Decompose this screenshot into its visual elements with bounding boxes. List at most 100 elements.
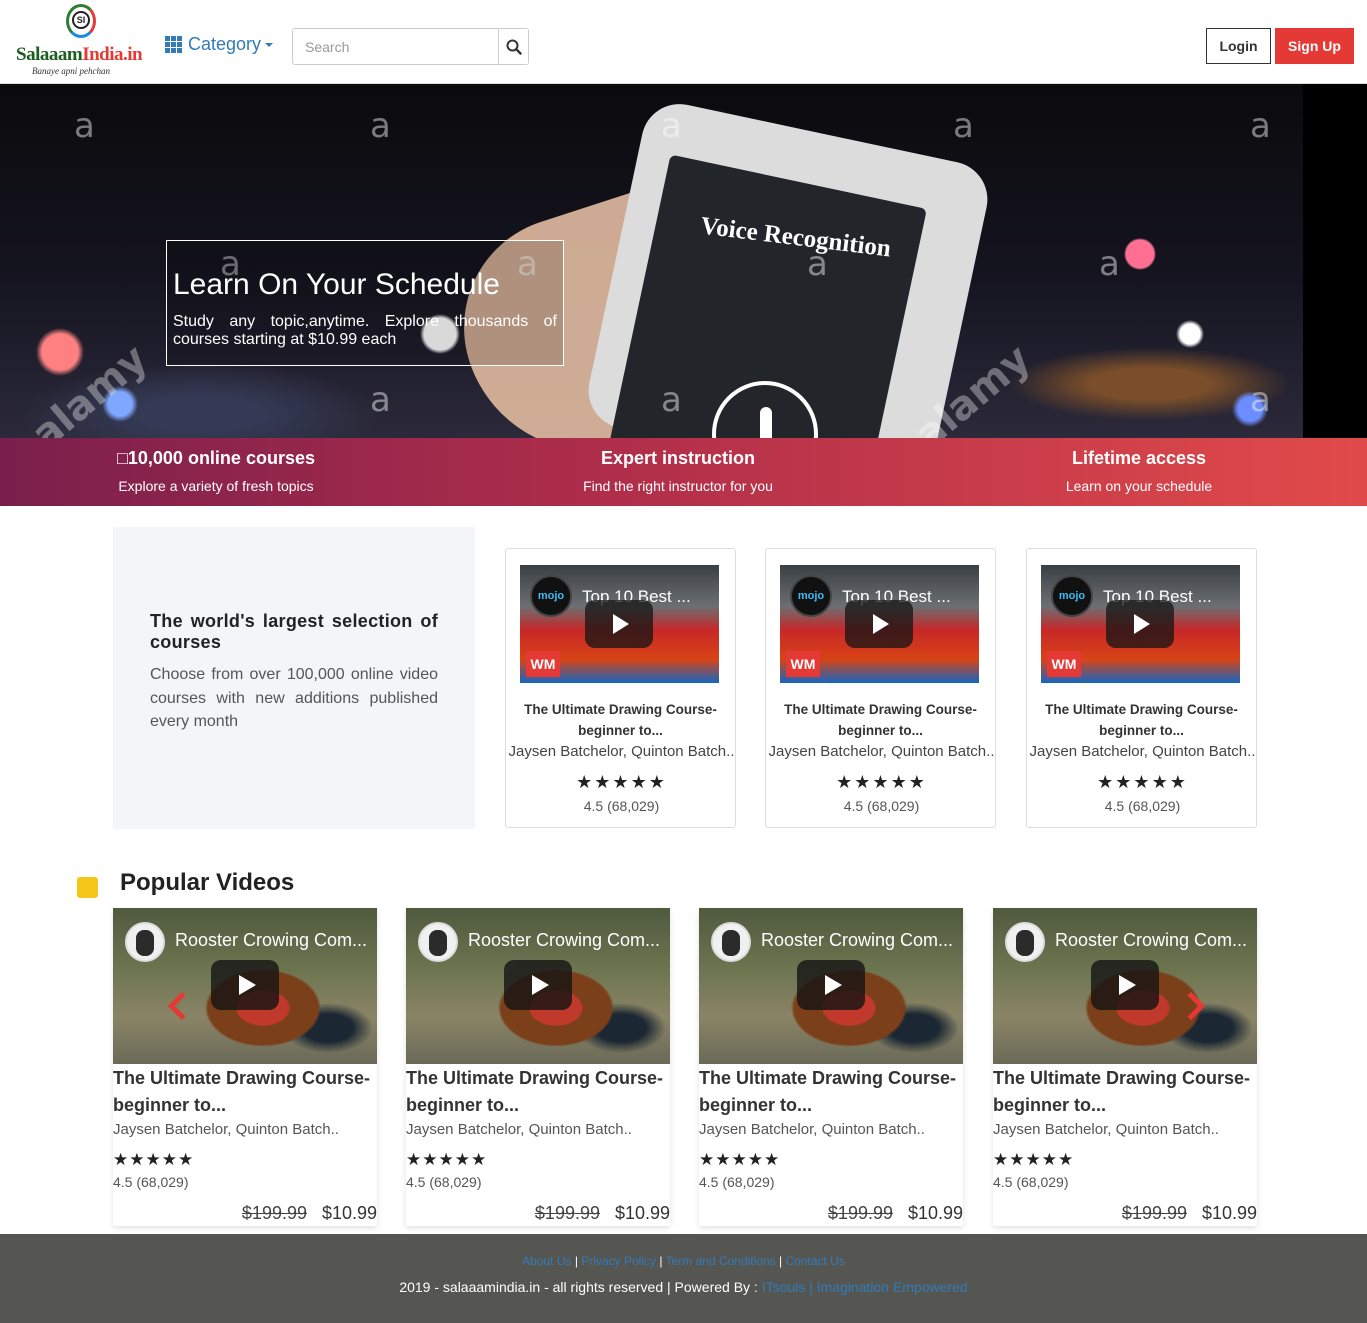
video-thumbnail[interactable]: Rooster Crowing Com...: [993, 908, 1257, 1064]
site-logo[interactable]: SI SalaaamIndia.in Banaye apni pehchan: [16, 4, 143, 80]
logo-text-accent: India.in: [82, 44, 143, 65]
selection-title: The world's largest selection of courses: [150, 611, 438, 652]
category-menu[interactable]: Category: [165, 34, 274, 55]
course-card[interactable]: mojo Top 10 Best ... WM The Ultimate Dra…: [505, 548, 736, 828]
footer-link-terms[interactable]: Term and Conditions: [666, 1254, 776, 1268]
watermark: a: [661, 380, 682, 420]
play-icon[interactable]: [1091, 960, 1159, 1010]
star-rating-icon: ★★★★★: [699, 1150, 781, 1170]
watermark: a: [953, 106, 974, 146]
section-marker-icon: [77, 877, 98, 898]
footer-separator: |: [574, 1254, 578, 1268]
video-thumbnail[interactable]: Rooster Crowing Com...: [699, 908, 963, 1064]
star-rating-icon: ★★★★★: [1097, 772, 1188, 793]
course-rating: 4.5 (68,029): [583, 798, 660, 814]
play-icon[interactable]: [797, 960, 865, 1010]
footer-separator: |: [779, 1254, 783, 1268]
search-icon: [506, 39, 522, 55]
course-title[interactable]: The Ultimate Drawing Course- beginner to…: [516, 699, 725, 741]
play-icon[interactable]: [211, 960, 279, 1010]
selection-panel: The world's largest selection of courses…: [113, 527, 475, 829]
video-thumbnail[interactable]: Rooster Crowing Com...: [113, 908, 377, 1064]
feature-band: □10,000 online courses Explore a variety…: [0, 438, 1367, 506]
course-rating: 4.5 (68,029): [1104, 798, 1181, 814]
powered-by-link[interactable]: ITsouls | Imagination Empowered: [762, 1279, 968, 1295]
feature-title: □10,000 online courses: [117, 448, 315, 468]
play-icon[interactable]: [504, 960, 572, 1010]
feature-subtitle: Find the right instructor for you: [583, 478, 773, 494]
play-icon[interactable]: [585, 600, 653, 648]
search-input[interactable]: [293, 29, 498, 64]
watermark: a: [370, 380, 391, 420]
feature-subtitle: Learn on your schedule: [1065, 478, 1213, 494]
watermark: a: [1099, 244, 1120, 284]
login-button[interactable]: Login: [1206, 28, 1271, 64]
video-title[interactable]: The Ultimate Drawing Course- beginner to…: [406, 1065, 670, 1119]
channel-avatar-icon: [418, 922, 458, 962]
course-card[interactable]: mojo Top 10 Best ... WM The Ultimate Dra…: [1026, 548, 1257, 828]
hero-title: Learn On Your Schedule: [173, 268, 500, 301]
watermark: a: [661, 106, 682, 146]
video-author: Jaysen Batchelor, Quinton Batch..: [699, 1121, 925, 1138]
feature-courses: □10,000 online courses Explore a variety…: [60, 438, 372, 506]
video-card[interactable]: Rooster Crowing Com... The Ultimate Draw…: [406, 908, 670, 1226]
channel-avatar-icon: [711, 922, 751, 962]
video-thumbnail[interactable]: mojo Top 10 Best ... WM: [780, 565, 979, 683]
channel-logo: mojo: [530, 575, 572, 617]
video-rating: 4.5 (68,029): [699, 1174, 775, 1190]
thumbnail-badge: WM: [1047, 651, 1081, 677]
star-rating-icon: ★★★★★: [113, 1150, 195, 1170]
video-card[interactable]: Rooster Crowing Com... The Ultimate Draw…: [699, 908, 963, 1226]
video-title[interactable]: The Ultimate Drawing Course- beginner to…: [699, 1065, 963, 1119]
site-footer: About Us | Privacy Policy | Term and Con…: [0, 1234, 1367, 1323]
video-thumbnail[interactable]: mojo Top 10 Best ... WM: [1041, 565, 1240, 683]
original-price: $199.99: [827, 1203, 893, 1223]
feature-subtitle: Explore a variety of fresh topics: [118, 478, 314, 494]
course-title[interactable]: The Ultimate Drawing Course- beginner to…: [776, 699, 985, 741]
logo-text-main: Salaaam: [16, 44, 83, 65]
video-card[interactable]: Rooster Crowing Com... The Ultimate Draw…: [993, 908, 1257, 1226]
video-title[interactable]: The Ultimate Drawing Course- beginner to…: [993, 1065, 1257, 1119]
hero-edge: [1303, 84, 1367, 438]
thumbnail-title: Rooster Crowing Com...: [175, 930, 368, 950]
star-rating-icon: ★★★★★: [993, 1150, 1075, 1170]
logo-mark-text: SI: [72, 11, 90, 29]
watermark: a: [74, 106, 95, 146]
video-card[interactable]: Rooster Crowing Com... The Ultimate Draw…: [113, 908, 377, 1226]
copyright-text: 2019 - salaaamindia.in - all rights rese…: [399, 1279, 758, 1295]
video-title[interactable]: The Ultimate Drawing Course- beginner to…: [113, 1065, 377, 1119]
course-title[interactable]: The Ultimate Drawing Course- beginner to…: [1037, 699, 1246, 741]
thumbnail-title: Rooster Crowing Com...: [761, 930, 954, 950]
footer-link-contact[interactable]: Contact Us: [785, 1254, 844, 1268]
video-thumbnail[interactable]: mojo Top 10 Best ... WM: [520, 565, 719, 683]
watermark: a: [1250, 380, 1271, 420]
signup-button[interactable]: Sign Up: [1275, 28, 1354, 64]
star-rating-icon: ★★★★★: [406, 1150, 488, 1170]
footer-link-about[interactable]: About Us: [522, 1254, 571, 1268]
thumbnail-badge: WM: [526, 651, 560, 677]
logo-mark-icon: SI: [66, 4, 96, 38]
hero-caption-box: Learn On Your Schedule Study any topic,a…: [166, 240, 564, 366]
watermark-brand: alamy: [23, 335, 157, 438]
feature-lifetime: Lifetime access Learn on your schedule: [983, 438, 1295, 506]
popular-videos-heading: Popular Videos: [120, 869, 295, 896]
course-card[interactable]: mojo Top 10 Best ... WM The Ultimate Dra…: [765, 548, 996, 828]
sale-price: $10.99: [907, 1203, 963, 1223]
feature-title: Lifetime access: [1071, 448, 1207, 468]
course-author: Jaysen Batchelor, Quinton Batch..: [508, 743, 735, 760]
footer-copyright: 2019 - salaaamindia.in - all rights rese…: [0, 1279, 1367, 1295]
channel-avatar-icon: [125, 922, 165, 962]
course-author: Jaysen Batchelor, Quinton Batch..: [768, 743, 995, 760]
search-button[interactable]: [498, 29, 528, 64]
thumbnail-badge: WM: [786, 651, 820, 677]
star-rating-icon: ★★★★★: [576, 772, 667, 793]
video-thumbnail[interactable]: Rooster Crowing Com...: [406, 908, 670, 1064]
play-icon[interactable]: [1106, 600, 1174, 648]
logo-tagline: Banaye apni pehchan: [32, 66, 110, 76]
sale-price: $10.99: [1201, 1203, 1257, 1223]
footer-link-privacy[interactable]: Privacy Policy: [581, 1254, 656, 1268]
thumbnail-title: Rooster Crowing Com...: [468, 930, 661, 950]
channel-logo: mojo: [1051, 575, 1093, 617]
play-icon[interactable]: [845, 600, 913, 648]
thumbnail-title: Rooster Crowing Com...: [1055, 930, 1248, 950]
